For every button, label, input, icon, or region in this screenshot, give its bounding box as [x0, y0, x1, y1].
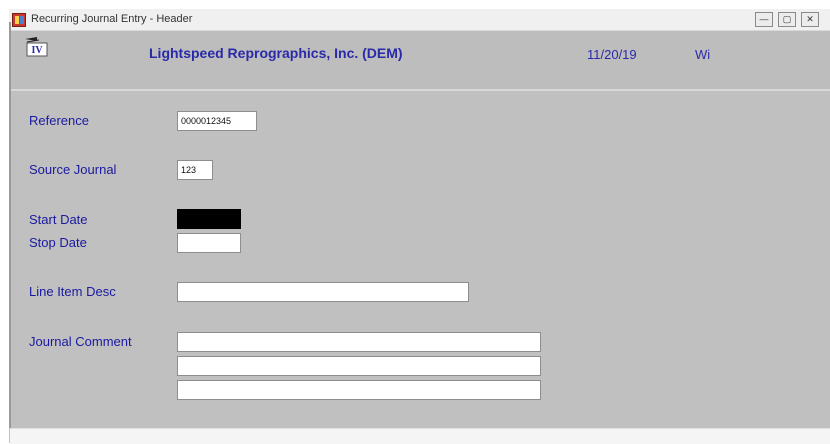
journal-comment-line-1[interactable]: [177, 332, 541, 352]
logo-text: IV: [31, 45, 43, 56]
header-date: 11/20/19: [587, 47, 637, 62]
start-date-field[interactable]: [177, 209, 241, 229]
journal-comment-line-2[interactable]: [177, 356, 541, 376]
header-user: Wi: [695, 47, 711, 62]
stop-date-field[interactable]: [177, 233, 241, 253]
stop-date-label: Stop Date: [29, 235, 87, 250]
line-item-desc-label: Line Item Desc: [29, 284, 116, 299]
journal-comment-label: Journal Comment: [29, 334, 132, 349]
status-bar: [10, 428, 830, 444]
line-item-desc-field[interactable]: [177, 282, 469, 302]
software-logo-icon: IV: [23, 35, 53, 59]
source-journal-label: Source Journal: [29, 162, 117, 177]
journal-comment-line-3[interactable]: [177, 380, 541, 400]
reference-field[interactable]: 0000012345: [177, 111, 257, 131]
source-journal-field[interactable]: 123: [177, 160, 213, 180]
form-area: IV Lightspeed Reprographics, Inc. (DEM) …: [9, 9, 830, 443]
company-name: Lightspeed Reprographics, Inc. (DEM): [149, 45, 403, 61]
window-left-edge: [9, 22, 11, 428]
reference-label: Reference: [29, 113, 89, 128]
start-date-label: Start Date: [29, 212, 88, 227]
